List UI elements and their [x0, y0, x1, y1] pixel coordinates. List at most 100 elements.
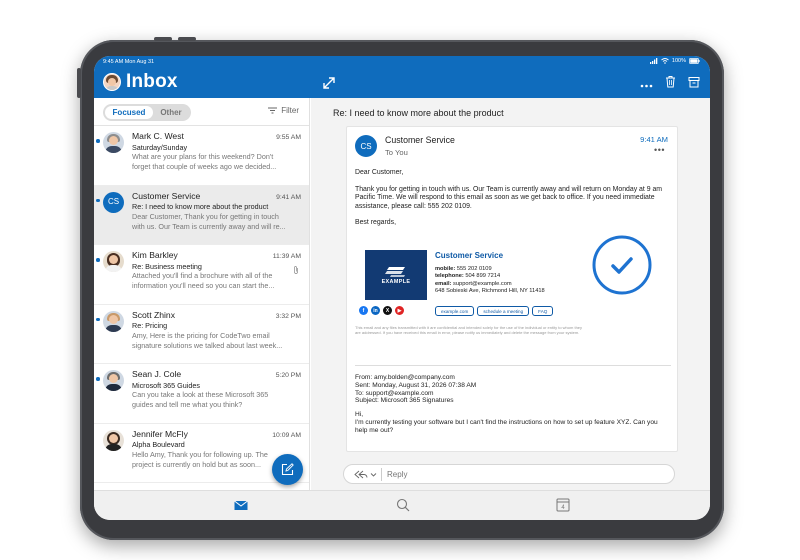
focused-other-toggle: Focused Other — [103, 104, 191, 121]
signal-icon — [649, 58, 658, 64]
status-time: 9:45 AM Mon Aug 31 — [103, 59, 155, 65]
company-logo: EXAMPLE — [365, 250, 427, 300]
archive-icon[interactable] — [688, 75, 700, 93]
checkmark-badge-icon — [592, 235, 652, 295]
facebook-icon[interactable]: f — [359, 306, 368, 315]
recipient: To You — [385, 148, 408, 157]
calendar-day: 4 — [561, 505, 565, 511]
message-preview: What are your plans for this weekend? Do… — [132, 152, 274, 162]
account-avatar[interactable] — [103, 73, 121, 91]
unread-dot — [96, 317, 100, 321]
avatar — [103, 251, 124, 272]
faq-button[interactable]: FAQ — [532, 306, 554, 316]
message-preview: Dear Customer, Thank you for getting in … — [132, 211, 279, 221]
message-preview: information you'll need so you can start… — [132, 281, 275, 291]
battery-icon — [689, 58, 700, 64]
message-preview: with us. Our Team is currently away and … — [132, 221, 286, 231]
page-title: Inbox — [126, 71, 178, 92]
signature-mobile: 555 202 0109 — [456, 266, 492, 272]
avatar — [103, 429, 124, 451]
calendar-icon[interactable]: 4 — [555, 498, 571, 512]
divider — [381, 468, 382, 481]
device-volume-button — [154, 37, 172, 41]
mail-icon[interactable] — [233, 498, 249, 512]
message-subject: Re: I need to know more about the produc… — [132, 202, 269, 212]
thread-subject: Re: I need to know more about the produc… — [333, 108, 504, 118]
avatar: CS — [103, 191, 124, 213]
message-time: 3:32 PM — [275, 312, 301, 320]
youtube-icon[interactable]: ▶ — [395, 306, 404, 315]
body-paragraph: Thank you for getting in touch with us. … — [355, 185, 663, 210]
filter-label: Filter — [281, 106, 299, 115]
search-icon[interactable] — [395, 498, 411, 512]
message-time: 10:09 AM — [272, 431, 301, 439]
message-list-pane: Focused Other Filter Mark C. West 9:55 A… — [94, 98, 310, 490]
wifi-icon — [661, 58, 669, 64]
quoted-to: To: support@example.com — [355, 389, 434, 397]
list-item[interactable]: CS Customer Service 9:41 AM Re: I need t… — [94, 185, 309, 245]
avatar — [103, 310, 124, 332]
quoted-sent: Sent: Monday, August 31, 2026 07:38 AM — [355, 381, 477, 389]
divider — [355, 365, 671, 366]
linkedin-icon[interactable]: in — [371, 306, 380, 315]
signature-buttons: example.com schedule a meeting FAQ — [435, 306, 554, 316]
delete-icon[interactable] — [665, 75, 676, 93]
message-subject: Re: Pricing — [132, 321, 168, 331]
expand-icon[interactable] — [322, 76, 336, 90]
closing: Best regards, — [355, 219, 396, 227]
schedule-meeting-button[interactable]: schedule a meeting — [477, 306, 530, 316]
compose-button[interactable] — [272, 454, 303, 485]
sender-name[interactable]: Customer Service — [385, 135, 455, 145]
list-item[interactable]: Mark C. West 9:55 AM Saturday/Sunday Wha… — [94, 126, 309, 186]
filter-button[interactable]: Filter — [268, 106, 299, 115]
list-item[interactable]: Kim Barkley 11:39 AM Re: Business meetin… — [94, 245, 309, 305]
message-time: 5:20 PM — [275, 372, 301, 379]
message-subject: Microsoft 365 Guides — [132, 380, 200, 390]
greeting: Dear Customer, — [355, 169, 404, 176]
logo-mark-icon — [385, 266, 405, 277]
battery-percent: 100% — [671, 58, 686, 64]
message-time: 11:39 AM — [272, 253, 301, 260]
quoted-body: I'm currently testing your software but … — [355, 418, 658, 434]
website-button[interactable]: example.com — [435, 306, 475, 316]
message-subject: Saturday/Sunday — [132, 142, 188, 152]
list-item[interactable]: Scott Zhinx 3:32 PM Re: Pricing Amy, Her… — [94, 305, 309, 364]
more-options-icon[interactable] — [640, 75, 653, 93]
reply-all-icon[interactable] — [353, 469, 377, 480]
signature-email[interactable]: support@example.com — [453, 281, 512, 287]
quoted-from: From: amy.bolden@company.com — [355, 374, 455, 381]
unread-dot — [96, 258, 100, 262]
message-subject: Alpha Boulevard — [132, 440, 185, 450]
message-preview: guides and tell me what you think? — [132, 400, 243, 410]
message-preview: Amy, Here is the pricing for CodeTwo ema… — [132, 330, 270, 340]
app-screen: 9:45 AM Mon Aug 31 100% Inbox Focused Ot… — [94, 56, 710, 520]
app-header: Inbox — [94, 68, 710, 98]
logo-text: EXAMPLE — [381, 278, 411, 285]
inbox-filter-bar: Focused Other Filter — [94, 98, 309, 126]
message-body: Dear Customer, Thank you for getting in … — [355, 169, 667, 236]
signature-name: Customer Service — [435, 251, 504, 260]
quoted-greeting: Hi, — [355, 411, 364, 419]
email-signature: EXAMPLE Customer Service mobile: 555 202… — [355, 250, 595, 322]
message-time: 9:41 AM — [276, 193, 301, 201]
avatar — [103, 370, 124, 391]
message-time: 9:55 AM — [276, 134, 301, 141]
signature-address: 648 Sobieski Ave, Richmond Hill, NY 1141… — [435, 288, 545, 295]
unread-dot — [96, 198, 100, 202]
message-more-icon[interactable]: ••• — [654, 145, 665, 155]
status-bar: 9:45 AM Mon Aug 31 100% — [94, 56, 710, 68]
message-preview: Can you take a look at these Microsoft 3… — [132, 390, 269, 400]
quoted-message: From: amy.bolden@company.com Sent: Monda… — [355, 374, 667, 435]
message-subject: Re: Business meeting — [132, 261, 202, 271]
x-icon[interactable]: X — [383, 306, 392, 315]
signature-disclaimer: This email and any files transmitted wit… — [355, 325, 583, 336]
tab-other[interactable]: Other — [153, 108, 189, 117]
tab-focused[interactable]: Focused — [105, 106, 153, 119]
reply-box[interactable]: Reply — [343, 464, 675, 484]
signature-contact: mobile: 555 202 0109 telephone: 504 899 … — [435, 266, 545, 295]
unread-dot — [96, 139, 100, 143]
social-links: f in X ▶ — [359, 306, 404, 315]
unread-dot — [96, 377, 100, 381]
list-item[interactable]: Sean J. Cole 5:20 PM Microsoft 365 Guide… — [94, 364, 309, 424]
avatar: CS — [355, 135, 377, 157]
